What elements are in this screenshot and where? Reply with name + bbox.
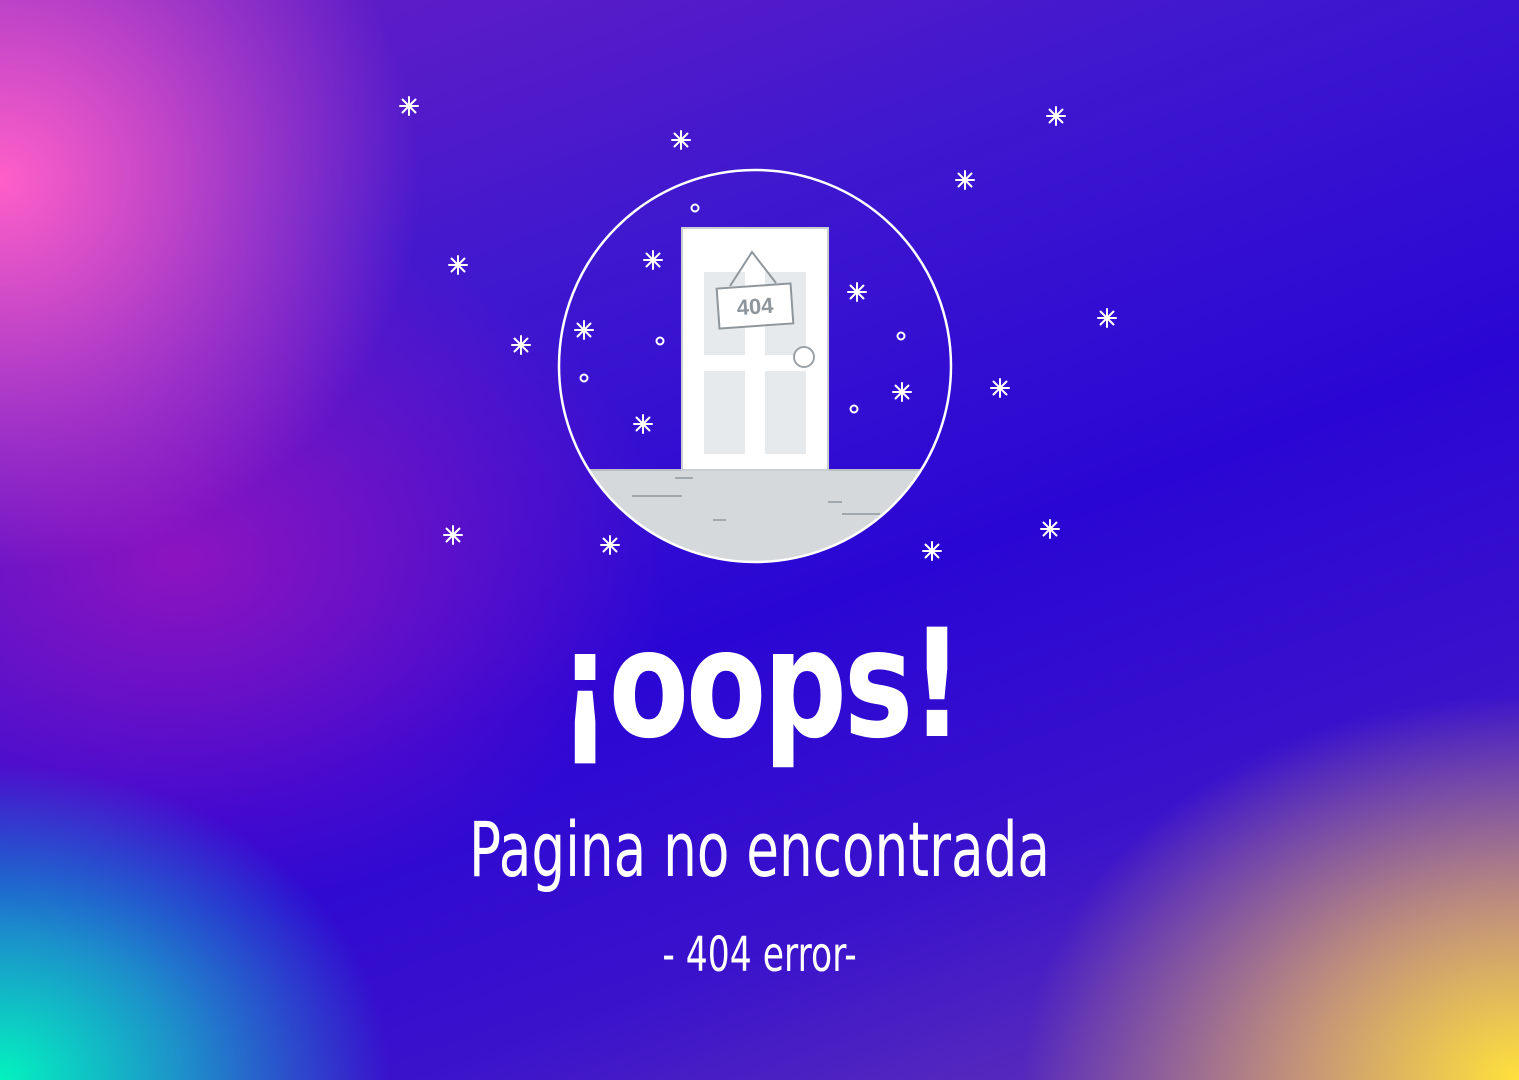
sparkle-icon xyxy=(955,170,975,190)
floor xyxy=(559,470,951,562)
sparkle-icon xyxy=(1097,308,1117,328)
sign-text: 404 xyxy=(736,293,775,321)
sparkle-icon xyxy=(1046,106,1066,126)
sparkle-icon xyxy=(847,282,867,302)
sparkle-icon xyxy=(922,541,942,561)
sparkle-icon xyxy=(633,414,653,434)
sparkle-icon xyxy=(443,525,463,545)
sparkle-icon xyxy=(990,378,1010,398)
door-illustration: 404 xyxy=(399,96,1117,564)
page-heading: ¡oops! xyxy=(558,598,963,772)
sparkle-icon xyxy=(399,96,419,116)
sparkle-icon xyxy=(643,250,663,270)
sparkle-icon xyxy=(671,130,691,150)
sparkle-icon xyxy=(511,335,531,355)
page-subheading: Pagina no encontrada xyxy=(469,805,1050,894)
sparkle-icon xyxy=(448,255,468,275)
sparkle-icon xyxy=(574,320,594,340)
sparkle-icon xyxy=(600,535,620,555)
sparkle-icon xyxy=(892,382,912,402)
door-icon xyxy=(681,227,829,471)
error-code: - 404 error- xyxy=(662,927,857,983)
sparkle-icon xyxy=(1040,519,1060,539)
